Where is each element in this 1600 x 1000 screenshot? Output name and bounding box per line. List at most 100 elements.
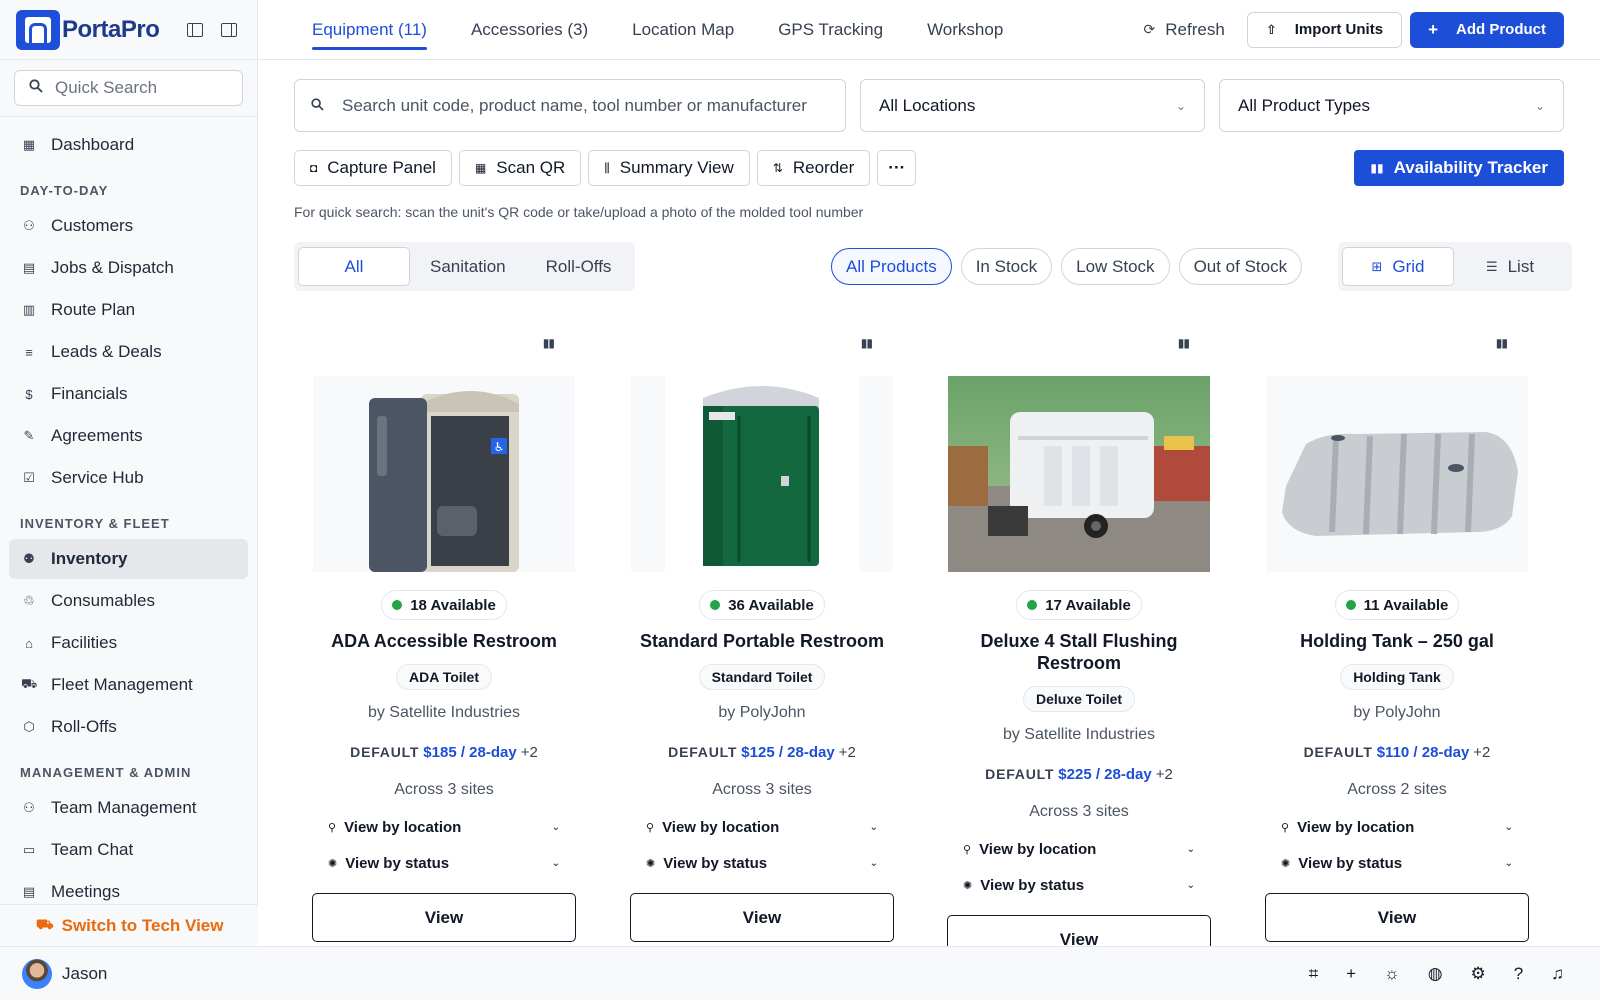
filter-pill-low-stock[interactable]: Low Stock [1061,248,1170,285]
tab-gps-tracking[interactable]: GPS Tracking [778,0,883,60]
product-image[interactable] [631,376,893,572]
chevron-down-icon: ⌄ [1186,843,1195,855]
import-units-button[interactable]: ⇧ Import Units [1246,11,1403,48]
calendar-icon: ▤ [22,260,36,275]
location-select[interactable]: All Locations ⌄ [860,79,1205,132]
extra-prices[interactable]: +2 [1473,744,1490,761]
view-button[interactable]: View [630,893,894,942]
user-name[interactable]: Jason [62,964,107,984]
equipment-search-placeholder: Search unit code, product name, tool num… [342,95,807,115]
brand-name[interactable]: PortaPro [62,16,160,44]
sidebar-item-team-chat[interactable]: ▭ Team Chat [9,830,248,870]
sidebar-section-title: MANAGEMENT & ADMIN [20,765,192,780]
view-by-location-toggle[interactable]: ⚲ View by location ⌄ [630,809,894,845]
view-by-location-toggle[interactable]: ⚲ View by location ⌄ [312,809,576,845]
tab-equipment-11[interactable]: Equipment (11) [312,0,427,60]
product-type-select[interactable]: All Product Types ⌄ [1219,79,1564,132]
product-image[interactable] [1266,376,1528,572]
sidebar-item-service-hub[interactable]: ☑ Service Hub [9,458,248,498]
view-by-location-toggle[interactable]: ⚲ View by location ⌄ [947,831,1211,867]
segment-roll-offs[interactable]: Roll-Offs [526,247,632,286]
bar-chart-icon[interactable]: ▮▮ [1178,336,1190,350]
sidebar-item-dashboard[interactable]: ▦ Dashboard [9,125,248,165]
sidebar-item-route-plan[interactable]: ▥ Route Plan [9,290,248,330]
sidebar-item-agreements[interactable]: ✎ Agreements [9,416,248,456]
inventory-icon: ⚉ [23,551,35,566]
view-button[interactable]: View [312,893,576,942]
view-by-status-toggle[interactable]: ✺ View by status ⌄ [947,867,1211,903]
availability-count: 18 Available [410,596,496,614]
price-value[interactable]: $225 / 28-day [1058,766,1151,783]
truck-icon: ⛟ [36,916,54,932]
equipment-search-input[interactable]: Search unit code, product name, tool num… [294,79,846,132]
sidebar-item-customers[interactable]: ⚇ Customers [9,206,248,246]
sidebar-item-label: Customers [51,216,134,235]
scan-qr-button[interactable]: ▦ Scan QR [458,150,582,186]
tab-accessories-3[interactable]: Accessories (3) [471,0,588,60]
grid-view-button[interactable]: ⊞ Grid [1342,247,1454,286]
view-button[interactable]: View [947,915,1211,946]
bar-chart-icon[interactable]: ▮▮ [543,336,555,350]
toggle-panel-icon[interactable] [221,22,237,37]
sidebar-item-financials[interactable]: $ Financials [9,374,248,414]
scan-icon[interactable]: ⌗ [1309,964,1319,984]
price-value[interactable]: $110 / 28-day [1377,744,1470,761]
tab-location-map[interactable]: Location Map [632,0,734,60]
extra-prices[interactable]: +2 [839,744,856,761]
view-by-status-toggle[interactable]: ✺ View by status ⌄ [630,845,894,881]
summary-view-button[interactable]: ⫼ Summary View [588,150,750,186]
bell-icon[interactable]: ♫ [1551,964,1564,984]
price-value[interactable]: $125 / 28-day [741,744,834,761]
sidebar-item-roll-offs[interactable]: ⬡ Roll-Offs [9,707,248,747]
filter-pill-out-of-stock[interactable]: Out of Stock [1178,248,1303,285]
bar-chart-icon[interactable]: ▮▮ [1496,336,1508,350]
price-value[interactable]: $185 / 28-day [423,744,516,761]
settings-icon[interactable]: ⚙ [1471,964,1486,984]
sidebar-item-jobs-dispatch[interactable]: ▤ Jobs & Dispatch [9,248,248,288]
quick-search-input[interactable]: Quick Search [14,70,243,106]
portapro-logo-icon[interactable] [16,9,60,50]
view-by-status-toggle[interactable]: ✺ View by status ⌄ [312,845,576,881]
product-image[interactable] [948,376,1210,572]
filter-pill-all-products[interactable]: All Products [831,248,952,285]
price-line: DEFAULT $110 / 28-day +2 [1265,744,1529,761]
sidebar-item-facilities[interactable]: ⌂ Facilities [9,623,248,663]
scan-qr-label: Scan QR [496,158,566,177]
view-button[interactable]: View [1265,893,1529,942]
capture-panel-button[interactable]: ◘ Capture Panel [294,150,452,186]
sidebar-item-fleet-management[interactable]: ⛟ Fleet Management [9,665,248,705]
switch-tech-view-button[interactable]: ⛟ Switch to Tech View [0,904,258,946]
globe-icon[interactable]: ◍ [1428,964,1443,984]
sidebar-item-leads-deals[interactable]: ≡ Leads & Deals [9,332,248,372]
tab-workshop[interactable]: Workshop [927,0,1003,60]
help-icon[interactable]: ? [1514,964,1523,984]
plus-icon[interactable]: + [1346,964,1356,984]
list-view-button[interactable]: ☰ List [1454,247,1566,286]
view-by-location-toggle[interactable]: ⚲ View by location ⌄ [1265,809,1529,845]
bar-chart-icon[interactable]: ▮▮ [861,336,873,350]
avatar[interactable] [22,958,52,989]
availability-tracker-button[interactable]: ▮▮ Availability Tracker [1354,150,1564,186]
refresh-button[interactable]: ⟳ Refresh [1144,20,1225,40]
add-product-button[interactable]: + Add Product [1410,11,1564,48]
sites-count: Across 3 sites [394,781,494,798]
sidebar-item-team-management[interactable]: ⚇ Team Management [9,788,248,828]
product-image[interactable]: ♿ [313,376,575,572]
extra-prices[interactable]: +2 [1156,766,1173,783]
brightness-icon[interactable]: ☼ [1384,964,1400,984]
sidebar-item-label: Inventory [51,549,128,568]
extra-prices[interactable]: +2 [521,744,538,761]
sidebar-item-inventory[interactable]: ⚉ Inventory [9,539,248,579]
view-by-status-label: View by status [345,854,450,872]
segment-all[interactable]: All [298,247,410,286]
reorder-button[interactable]: ⇅ Reorder [756,150,871,186]
more-options-button[interactable]: ··· [877,150,917,186]
view-by-status-toggle[interactable]: ✺ View by status ⌄ [1265,845,1529,881]
collapse-sidebar-icon[interactable] [187,22,203,37]
camera-icon: ◘ [310,161,318,175]
chat-icon: ▭ [22,842,36,857]
segment-sanitation[interactable]: Sanitation [410,247,526,286]
sidebar-item-consumables[interactable]: ♲ Consumables [9,581,248,621]
price-line: DEFAULT $185 / 28-day +2 [312,744,576,761]
filter-pill-in-stock[interactable]: In Stock [960,248,1053,285]
